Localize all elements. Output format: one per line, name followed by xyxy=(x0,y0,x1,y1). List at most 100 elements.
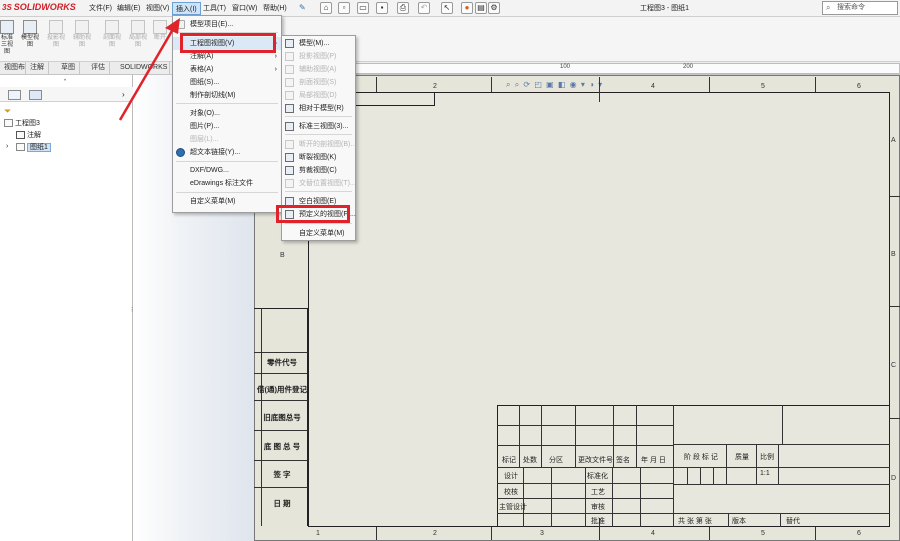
menu-window[interactable]: 窗口(W) xyxy=(229,2,260,15)
tab-annotation[interactable]: 注解 xyxy=(26,62,49,75)
submenu-item-break[interactable]: 断裂视图(K) xyxy=(282,151,355,164)
submenu-item-alternate-position[interactable]: 交替位置视图(T)... xyxy=(282,177,356,190)
standard-3-view-icon xyxy=(0,20,14,34)
title-line xyxy=(728,513,729,527)
relative-view-icon xyxy=(285,104,294,113)
projected-view-icon xyxy=(285,52,294,61)
title-line xyxy=(687,467,688,484)
panel-grip-icon[interactable]: • xyxy=(64,78,66,84)
title-line xyxy=(726,444,727,484)
submenu-item-crop[interactable]: 剪裁视图(C) xyxy=(282,164,355,177)
tb-version: 版本 xyxy=(732,518,746,525)
submenu-item-broken-out-section[interactable]: 断开的剖视图(B)... xyxy=(282,138,356,151)
break-view-icon xyxy=(285,153,294,162)
submenu-item-section[interactable]: 剖面视图(S) xyxy=(282,76,355,89)
tab-view-layout[interactable]: 视图布局 xyxy=(0,62,26,75)
title-line xyxy=(640,467,641,527)
options-gear-icon[interactable]: ⚙ xyxy=(488,2,500,14)
title-line xyxy=(519,405,520,467)
title-line xyxy=(585,467,586,527)
tb-design: 设计 xyxy=(504,473,518,480)
submenu-item-customize-menu[interactable]: 自定义菜单(M) xyxy=(282,227,355,240)
open-folder-icon[interactable]: ▭ xyxy=(357,2,369,14)
tb-standardize: 标准化 xyxy=(587,473,608,480)
submenu-item-relative[interactable]: 相对于模型(R) xyxy=(282,102,355,115)
menu-separator xyxy=(285,223,352,224)
search-input[interactable]: ⌕ 搜索命令 xyxy=(822,1,898,15)
tb-header-sign: 签名 xyxy=(616,457,630,464)
select-arrow-icon[interactable]: ↖ xyxy=(441,2,453,14)
home-icon[interactable]: ⌂ xyxy=(320,2,332,14)
zone-tick xyxy=(491,77,492,92)
menu-file[interactable]: 文件(F) xyxy=(86,2,115,15)
zone-tick xyxy=(709,527,710,540)
menu-item-layer[interactable]: 图层(L)... xyxy=(173,133,281,146)
feature-tree-tab-icon[interactable] xyxy=(8,90,21,100)
submenu-item-auxiliary[interactable]: 辅助视图(A) xyxy=(282,63,355,76)
sheet-icon xyxy=(16,143,25,152)
menu-item-dxf-dwg[interactable]: DXF/DWG... xyxy=(173,164,281,177)
auxiliary-view-button[interactable]: 辅助视图 xyxy=(72,20,92,49)
solidworks-logo[interactable]: 3S SOLIDWORKS xyxy=(2,2,80,15)
menu-edit[interactable]: 编辑(E) xyxy=(114,2,143,15)
zone-label: C xyxy=(891,362,897,369)
tab-evaluate[interactable]: 评估 xyxy=(87,62,110,75)
save-icon[interactable]: ▪ xyxy=(376,2,388,14)
side-line xyxy=(254,430,308,431)
menu-item-edrawings[interactable]: eDrawings 标注文件 xyxy=(173,177,281,190)
side-cell-old-drawing: 旧底图总号 xyxy=(263,413,301,422)
zone-label: 1 xyxy=(316,530,320,537)
side-line xyxy=(254,487,308,488)
title-line xyxy=(782,405,783,444)
standard-3-view-button[interactable]: 标准三视图 xyxy=(0,20,14,56)
new-document-icon[interactable]: ▫ xyxy=(338,2,350,14)
title-line xyxy=(778,444,779,484)
undo-icon[interactable]: ↶ xyxy=(418,2,430,14)
traffic-light-icon[interactable]: ● xyxy=(461,2,473,14)
model-view-icon xyxy=(23,20,37,34)
submenu-item-standard-3-view[interactable]: 标准三视图(3)... xyxy=(282,120,355,133)
pin-icon[interactable]: ✎ xyxy=(299,3,306,12)
zone-label: A xyxy=(891,137,896,144)
projected-view-button[interactable]: 投影视图 xyxy=(46,20,66,49)
menu-insert[interactable]: 插入(I) xyxy=(172,2,201,15)
model-view-button[interactable]: 模型视图 xyxy=(20,20,40,49)
zone-tick xyxy=(376,527,377,540)
splitter-handle-icon[interactable]: ⁝ xyxy=(131,306,133,314)
search-icon: ⌕ xyxy=(826,3,831,12)
submenu-item-detail[interactable]: 局部视图(D) xyxy=(282,89,355,102)
title-line xyxy=(575,405,576,467)
tree-item-annotations[interactable]: 注解 xyxy=(16,130,41,141)
filter-icon[interactable]: ⏷ xyxy=(4,106,11,117)
crop-view-icon xyxy=(285,166,294,175)
tb-chief-design: 主管设计 xyxy=(499,504,527,511)
menu-item-hyperlink[interactable]: 超文本链接(Y)... xyxy=(173,146,281,159)
tree-item-sheet1[interactable]: 图纸1 xyxy=(16,142,51,153)
tb-header-zone: 分区 xyxy=(549,457,563,464)
menu-item-customize-menu[interactable]: 自定义菜单(M) xyxy=(173,195,281,208)
property-tab-icon[interactable] xyxy=(29,90,42,100)
title-line xyxy=(700,467,701,484)
tree-root[interactable]: 工程图3 xyxy=(4,118,40,129)
zone-label: 2 xyxy=(433,530,437,537)
heads-up-view-toolbar[interactable]: ⌕ ⌕ ⟳ ◰ ▣ ◧ ◉ ▾ ◑ ▾ xyxy=(506,80,636,91)
zone-tick xyxy=(815,527,816,540)
submenu-arrow-icon: › xyxy=(274,66,277,73)
side-line xyxy=(254,352,308,353)
submenu-item-model[interactable]: 模型(M)... xyxy=(282,37,355,50)
print-icon[interactable]: ⎙ xyxy=(397,2,409,14)
menu-separator xyxy=(176,161,278,162)
zone-label: 4 xyxy=(651,83,655,90)
file-properties-icon[interactable]: ▤ xyxy=(475,2,487,14)
tab-sketch[interactable]: 草图 xyxy=(57,62,80,75)
menu-view[interactable]: 视图(V) xyxy=(143,2,172,15)
submenu-item-projected[interactable]: 投影视图(P) xyxy=(282,50,355,63)
menu-help[interactable]: 帮助(H) xyxy=(260,2,290,15)
title-line xyxy=(756,444,757,484)
menu-tools[interactable]: 工具(T) xyxy=(200,2,229,15)
side-cell-signature: 签 字 xyxy=(273,470,291,479)
title-line xyxy=(673,405,674,527)
expand-arrow-icon[interactable]: › xyxy=(6,143,8,150)
title-line xyxy=(673,444,890,445)
tb-mass: 质量 xyxy=(735,454,749,461)
